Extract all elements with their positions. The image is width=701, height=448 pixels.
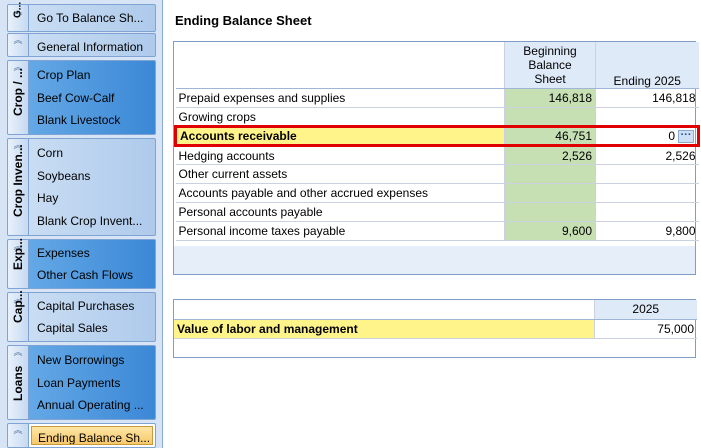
labor-table: 2025 Value of labor and management 75,00…: [174, 300, 697, 339]
nav-group-body: Capital Purchases Capital Sales: [29, 292, 156, 342]
labor-value-cell[interactable]: 75,000: [594, 319, 697, 339]
nav-group-expenses: ︽ Exp... Expenses Other Cash Flows: [7, 237, 156, 289]
nav-group-header[interactable]: ︽ Loans: [7, 345, 29, 420]
nav-group-header[interactable]: ︽: [7, 33, 29, 57]
nav-item-annual-operating[interactable]: Annual Operating ...: [29, 394, 155, 416]
row-label: Personal income taxes payable: [175, 221, 505, 241]
column-header-ending: Ending 2025: [595, 42, 699, 89]
nav-group-title: Cap...: [11, 290, 25, 323]
nav-group-body: Expenses Other Cash Flows: [29, 239, 156, 289]
row-label: Accounts payable and other accrued expen…: [175, 183, 505, 203]
nav-group-title: Exp...: [11, 237, 25, 270]
row-label: Prepaid expenses and supplies: [175, 88, 505, 108]
nav-group-header[interactable]: ︽: [7, 423, 29, 448]
row-label: Other current assets: [175, 164, 505, 184]
nav-item-blank-livestock[interactable]: Blank Livestock: [29, 109, 155, 131]
nav-group-capital: ︽ Cap... Capital Purchases Capital Sales: [7, 290, 156, 342]
balance-table: Beginning Balance Sheet Ending 2025 Prep…: [174, 42, 700, 241]
nav-group-title: G...: [12, 1, 24, 18]
nav-group-general: ︽ General Information: [7, 33, 156, 57]
nav-item-loan-payments[interactable]: Loan Payments: [29, 372, 155, 394]
row-label: Growing crops: [175, 107, 505, 127]
nav-group-header[interactable]: ︽ Cap...: [7, 290, 29, 342]
table-row: Growing crops: [175, 107, 699, 127]
beginning-cell[interactable]: [504, 164, 596, 184]
ending-cell[interactable]: [595, 202, 699, 222]
ellipsis-icon[interactable]: ···: [678, 130, 694, 143]
nav-item-crop-plan[interactable]: Crop Plan: [29, 64, 155, 86]
ending-cell[interactable]: [595, 107, 699, 127]
collapse-chevron-icon[interactable]: ︽: [8, 36, 28, 45]
beginning-cell[interactable]: 146,818: [504, 88, 596, 108]
table-row: Hedging accounts 2,526 2,526: [175, 145, 699, 165]
beginning-cell[interactable]: 9,600: [504, 221, 596, 241]
nav-item-hay[interactable]: Hay: [29, 187, 155, 209]
nav-item-capital-purchases[interactable]: Capital Purchases: [29, 295, 155, 317]
balance-grid: Beginning Balance Sheet Ending 2025 Prep…: [173, 41, 700, 275]
beginning-cell[interactable]: [504, 202, 596, 222]
ending-cell-value: 0: [668, 128, 675, 143]
ending-cell[interactable]: [595, 183, 699, 203]
nav-item-soybeans[interactable]: Soybeans: [29, 165, 155, 187]
nav-group-title: Loans: [11, 365, 25, 401]
nav-item-expenses[interactable]: Expenses: [29, 242, 155, 264]
table-row: Prepaid expenses and supplies 146,818 14…: [175, 88, 699, 108]
table-row: Personal accounts payable: [175, 202, 699, 222]
nav-item-general-information[interactable]: General Information: [29, 36, 155, 54]
table-row: Accounts payable and other accrued expen…: [175, 183, 699, 203]
nav-group-body: Go To Balance Sh...: [29, 4, 156, 32]
nav-item-blank-crop-inventory[interactable]: Blank Crop Invent...: [29, 210, 155, 232]
nav-group-header[interactable]: ︽ Exp...: [7, 237, 29, 289]
nav-group-ending: ︽ Ending Balance Sh...: [7, 423, 156, 448]
table-row-highlighted: Accounts receivable 46,751 0 ···: [174, 125, 700, 147]
beginning-cell[interactable]: 46,751: [504, 125, 596, 147]
beginning-cell[interactable]: 2,526: [504, 145, 596, 165]
ending-cell[interactable]: 146,818: [595, 88, 699, 108]
table-row: Personal income taxes payable 9,600 9,80…: [175, 221, 699, 241]
nav-group-body: General Information: [29, 33, 156, 57]
nav-group-crop: ︽ Crop / ... Crop Plan Beef Cow-Calf Bla…: [7, 60, 156, 135]
nav-group-body: Crop Plan Beef Cow-Calf Blank Livestock: [29, 60, 156, 135]
ending-cell[interactable]: [595, 164, 699, 184]
nav-item-ending-balance-sheet[interactable]: Ending Balance Sh...: [31, 426, 153, 445]
column-header-blank: [174, 300, 595, 320]
row-label: Hedging accounts: [175, 145, 505, 165]
grid-footer: [174, 246, 695, 274]
column-header-beginning: Beginning Balance Sheet: [504, 42, 596, 89]
nav-group-header[interactable]: ︽ Crop Inven...: [7, 138, 29, 236]
column-header-year: 2025: [594, 300, 697, 320]
nav-group-title: Crop Inven...: [11, 144, 25, 217]
row-label: Accounts receivable: [174, 125, 505, 147]
nav-group-header[interactable]: ︽ G...: [7, 1, 29, 32]
nav-item-other-cash-flows[interactable]: Other Cash Flows: [29, 264, 155, 286]
nav-item-beef-cow-calf[interactable]: Beef Cow-Calf: [29, 87, 155, 109]
navigation-sidebar: ︽ G... Go To Balance Sh... ︽ General Inf…: [0, 0, 163, 448]
nav-group-title: Crop / ...: [11, 68, 25, 116]
column-header-label: [175, 42, 505, 89]
ending-cell[interactable]: 9,800: [595, 221, 699, 241]
nav-item-capital-sales[interactable]: Capital Sales: [29, 317, 155, 339]
nav-item-new-borrowings[interactable]: New Borrowings: [29, 349, 155, 371]
nav-item-go-to-balance-sheet[interactable]: Go To Balance Sh...: [29, 7, 155, 29]
table-row: Value of labor and management 75,000: [174, 319, 697, 339]
nav-group-crop-inventory: ︽ Crop Inven... Corn Soybeans Hay Blank …: [7, 138, 156, 236]
nav-group-goto: ︽ G... Go To Balance Sh...: [7, 1, 156, 32]
page-title: Ending Balance Sheet: [175, 13, 312, 28]
collapse-chevron-icon[interactable]: ︽: [8, 348, 28, 357]
ending-cell[interactable]: 2,526: [595, 145, 699, 165]
collapse-chevron-icon[interactable]: ︽: [8, 426, 28, 435]
row-label: Value of labor and management: [174, 319, 595, 339]
table-row: Other current assets: [175, 164, 699, 184]
nav-group-loans: ︽ Loans New Borrowings Loan Payments Ann…: [7, 345, 156, 420]
nav-group-body: New Borrowings Loan Payments Annual Oper…: [29, 345, 156, 420]
nav-group-header[interactable]: ︽ Crop / ...: [7, 60, 29, 135]
beginning-cell[interactable]: [504, 107, 596, 127]
nav-item-corn[interactable]: Corn: [29, 142, 155, 164]
row-label: Personal accounts payable: [175, 202, 505, 222]
beginning-cell[interactable]: [504, 183, 596, 203]
nav-group-body: Ending Balance Sh...: [29, 423, 156, 448]
nav-group-body: Corn Soybeans Hay Blank Crop Invent...: [29, 138, 156, 236]
ending-cell-editing[interactable]: 0 ···: [595, 125, 700, 147]
labor-grid: 2025 Value of labor and management 75,00…: [173, 299, 697, 358]
